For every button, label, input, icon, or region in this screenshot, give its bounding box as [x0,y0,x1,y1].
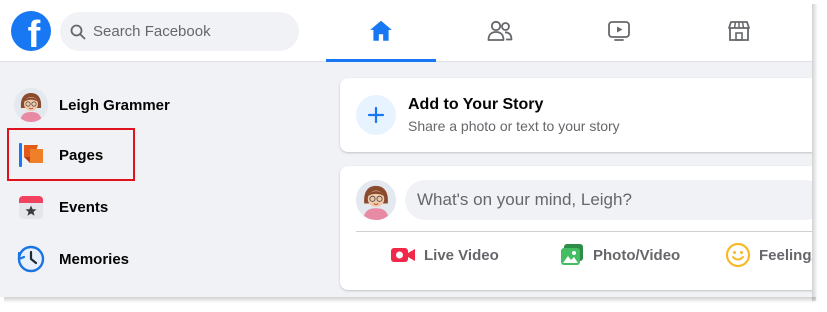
sidebar-item-memories[interactable]: Memories [8,234,298,284]
action-label: Live Video [424,246,499,264]
facebook-logo[interactable]: f [11,11,51,51]
action-label: Feeling/ [759,246,812,264]
highlight-box [7,128,135,181]
window-shadow-right [812,4,818,301]
window-shadow-bottom [4,297,816,303]
facebook-window: f Search Facebook Leigh Grammer Pages Ev… [0,0,812,297]
composer-prompt: What's on your mind, Leigh? [417,190,632,209]
sidebar-item-profile[interactable]: Leigh Grammer [8,80,298,130]
sidebar-item-label: Memories [59,250,130,268]
add-story-button[interactable] [356,95,396,135]
composer-divider [356,231,812,232]
add-story-card[interactable]: Add to Your Story Share a photo or text … [340,78,812,152]
search-box[interactable] [60,12,299,51]
story-title: Add to Your Story [408,96,544,113]
sidebar-item-label: Leigh Grammer [59,96,170,114]
live-video-button[interactable]: Live Video [390,233,499,277]
composer-avatar[interactable] [356,180,396,220]
profile-avatar [14,88,48,122]
memories-clock-icon [14,242,48,276]
photo-video-icon [559,242,585,268]
friends-icon [487,20,513,41]
photo-video-button[interactable]: Photo/Video [559,233,680,277]
tab-marketplace[interactable] [684,0,794,62]
tab-watch[interactable] [564,0,674,62]
watch-icon [608,21,630,41]
feeling-icon [725,242,751,268]
search-icon [70,24,86,39]
live-video-icon [390,242,416,268]
marketplace-icon [728,21,750,41]
tab-home[interactable] [326,0,436,62]
story-subtitle: Share a photo or text to your story [408,118,620,134]
tab-friends[interactable] [445,0,555,62]
sidebar-item-events[interactable]: Events [8,182,298,232]
search-input[interactable] [93,23,273,40]
sidebar-item-label: Events [59,198,109,216]
plus-icon [367,106,385,124]
feeling-activity-button[interactable]: Feeling/ [725,233,812,277]
events-calendar-icon [14,190,48,224]
action-label: Photo/Video [593,246,681,264]
whats-on-your-mind-input[interactable]: What's on your mind, Leigh? [405,180,812,220]
home-icon [370,20,392,41]
top-bar: f [0,0,812,62]
logo-letter: f [27,14,41,51]
post-composer-card: What's on your mind, Leigh? Live Video P… [340,166,812,290]
